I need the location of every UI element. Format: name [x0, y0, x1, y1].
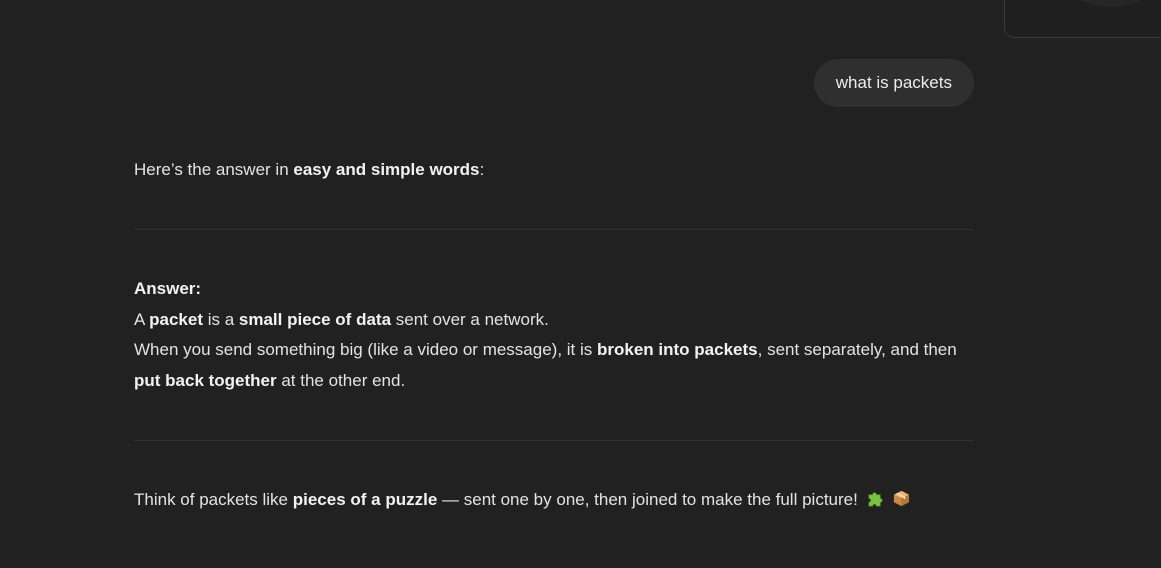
side-panel [1004, 0, 1161, 38]
answer-line: A packet is a small piece of data sent o… [134, 305, 974, 336]
closing-text: — sent one by one, then joined to make t… [437, 490, 858, 509]
answer-line: When you send something big (like a vide… [134, 335, 974, 396]
divider [134, 440, 973, 441]
chat-page: what is packets Here’s the answer in eas… [0, 0, 1161, 568]
answer-text: When you send something big (like a vide… [134, 340, 598, 359]
answer-text: A [134, 309, 150, 329]
assistant-intro: Here’s the answer in easy and simple wor… [134, 155, 974, 186]
answer-text: sent over a network. [391, 309, 549, 329]
answer-text: , sent separately, and then [757, 340, 957, 359]
answer-bold: packet [149, 309, 203, 329]
closing-text: Think of packets like [134, 490, 293, 509]
intro-suffix: : [479, 160, 485, 179]
answer-bold: put back together [134, 370, 277, 390]
answer-text: at the other end. [276, 370, 406, 390]
answer-bold: small piece of data [238, 309, 392, 329]
answer-heading: Answer: [134, 279, 202, 298]
assistant-closing: Think of packets like pieces of a puzzle… [134, 485, 974, 519]
clipped-previous-text [134, 0, 974, 2]
package-icon [892, 488, 911, 519]
intro-bold: easy and simple words [293, 160, 480, 179]
user-message-text: what is packets [835, 73, 952, 92]
avatar [1071, 0, 1151, 7]
closing-bold: pieces of a puzzle [292, 490, 438, 509]
intro-text: Here’s the answer in [134, 160, 294, 179]
user-message-bubble: what is packets [813, 59, 974, 107]
answer-text: is a [203, 309, 239, 329]
answer-bold: broken into packets [597, 340, 758, 359]
divider [134, 229, 973, 230]
puzzle-piece-icon [866, 488, 885, 519]
assistant-answer: Answer: A packet is a small piece of dat… [134, 274, 974, 396]
